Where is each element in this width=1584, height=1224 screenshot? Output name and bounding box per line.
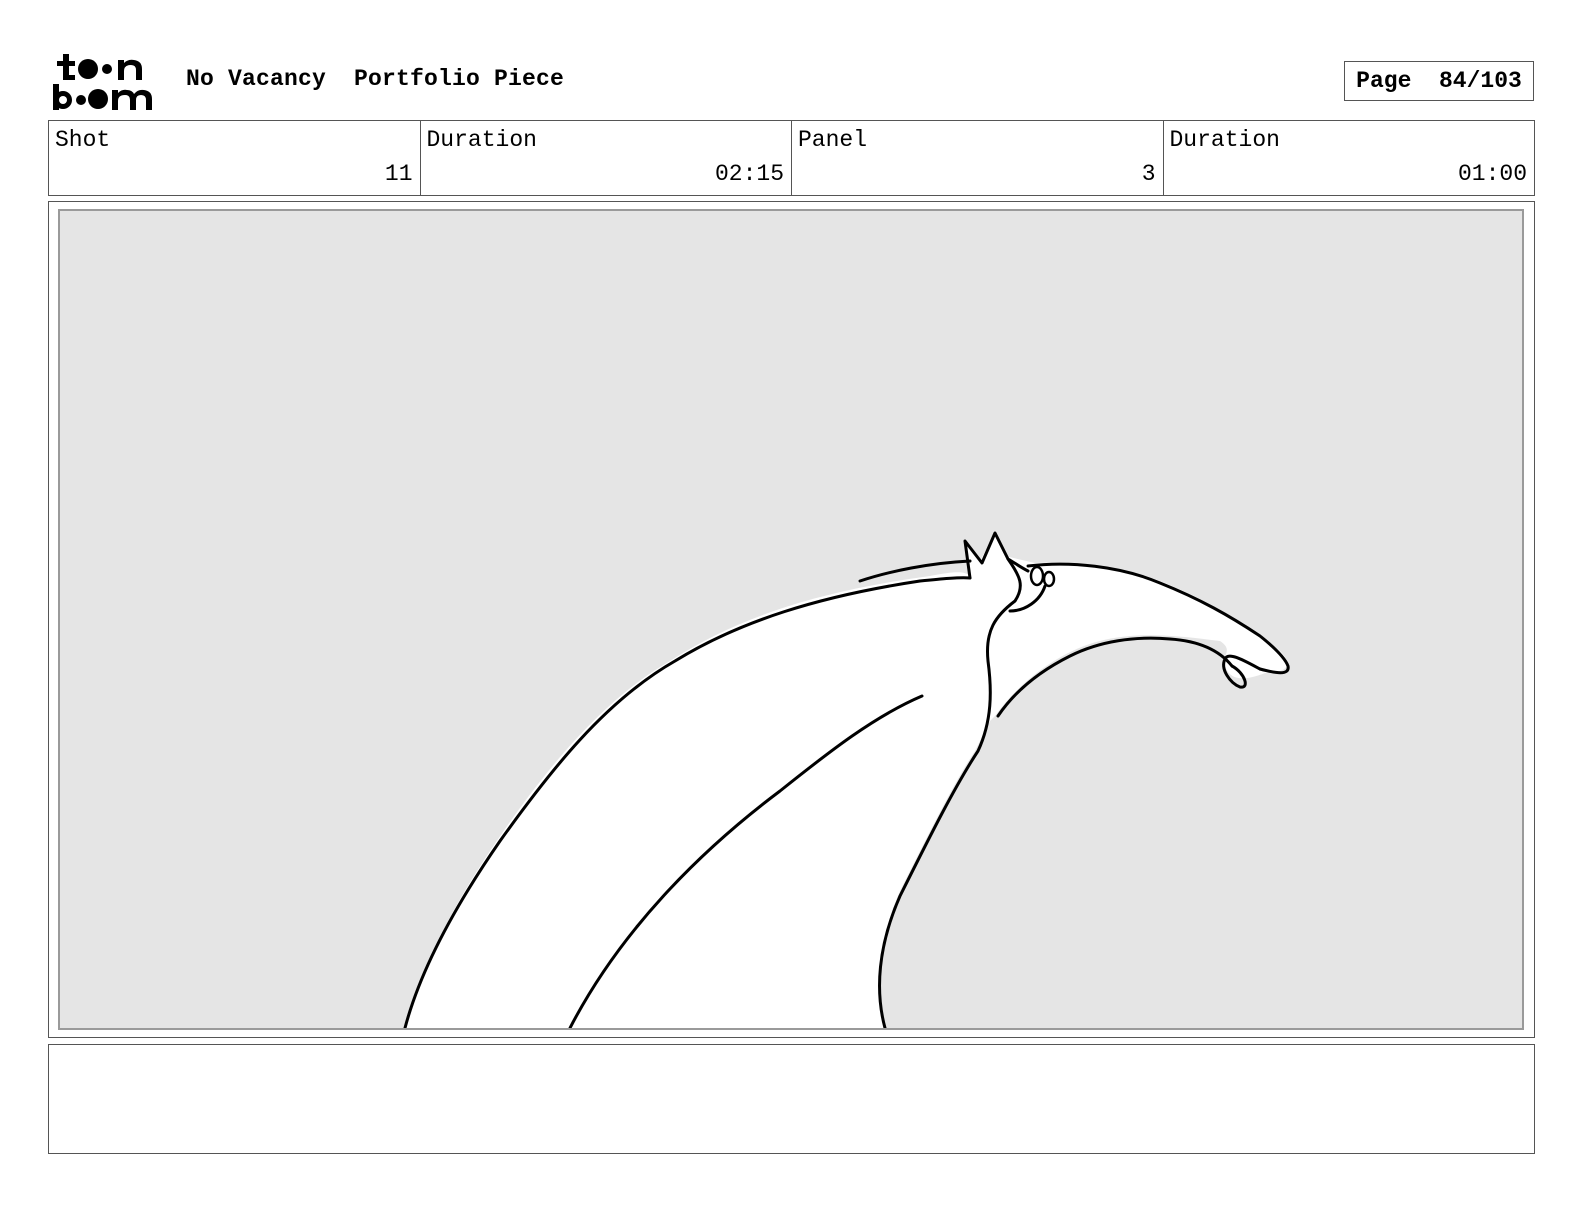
panel-duration-label: Duration — [1169, 127, 1280, 153]
creature-eye-lid — [1042, 570, 1056, 588]
panel-notes-box[interactable] — [48, 1044, 1535, 1154]
panel-label: Panel — [798, 127, 868, 153]
creature-body-fill — [405, 533, 1288, 1028]
panel-cell: Panel 3 — [792, 121, 1164, 195]
page-indicator: Page 84/103 — [1344, 61, 1534, 101]
panel-duration-value: 01:00 — [1457, 161, 1527, 187]
storyboard-panel-image — [58, 209, 1524, 1030]
shot-value: 11 — [384, 161, 413, 187]
creature-eye — [1029, 565, 1045, 587]
storyboard-panel-frame — [48, 201, 1535, 1038]
shot-label: Shot — [55, 127, 111, 153]
panel-value: 3 — [1141, 161, 1156, 187]
shot-duration-cell: Duration 02:15 — [421, 121, 792, 195]
toon-boom-logo — [52, 52, 164, 112]
shot-cell: Shot 11 — [49, 121, 421, 195]
creature-drawing — [403, 531, 1290, 1028]
panel-duration-cell: Duration 01:00 — [1164, 121, 1535, 195]
shot-duration-label: Duration — [426, 127, 537, 153]
shot-duration-value: 02:15 — [714, 161, 784, 187]
shot-info-bar: Shot 11 Duration 02:15 Panel 3 Duration … — [48, 120, 1535, 196]
project-title: No Vacancy Portfolio Piece — [186, 66, 565, 92]
